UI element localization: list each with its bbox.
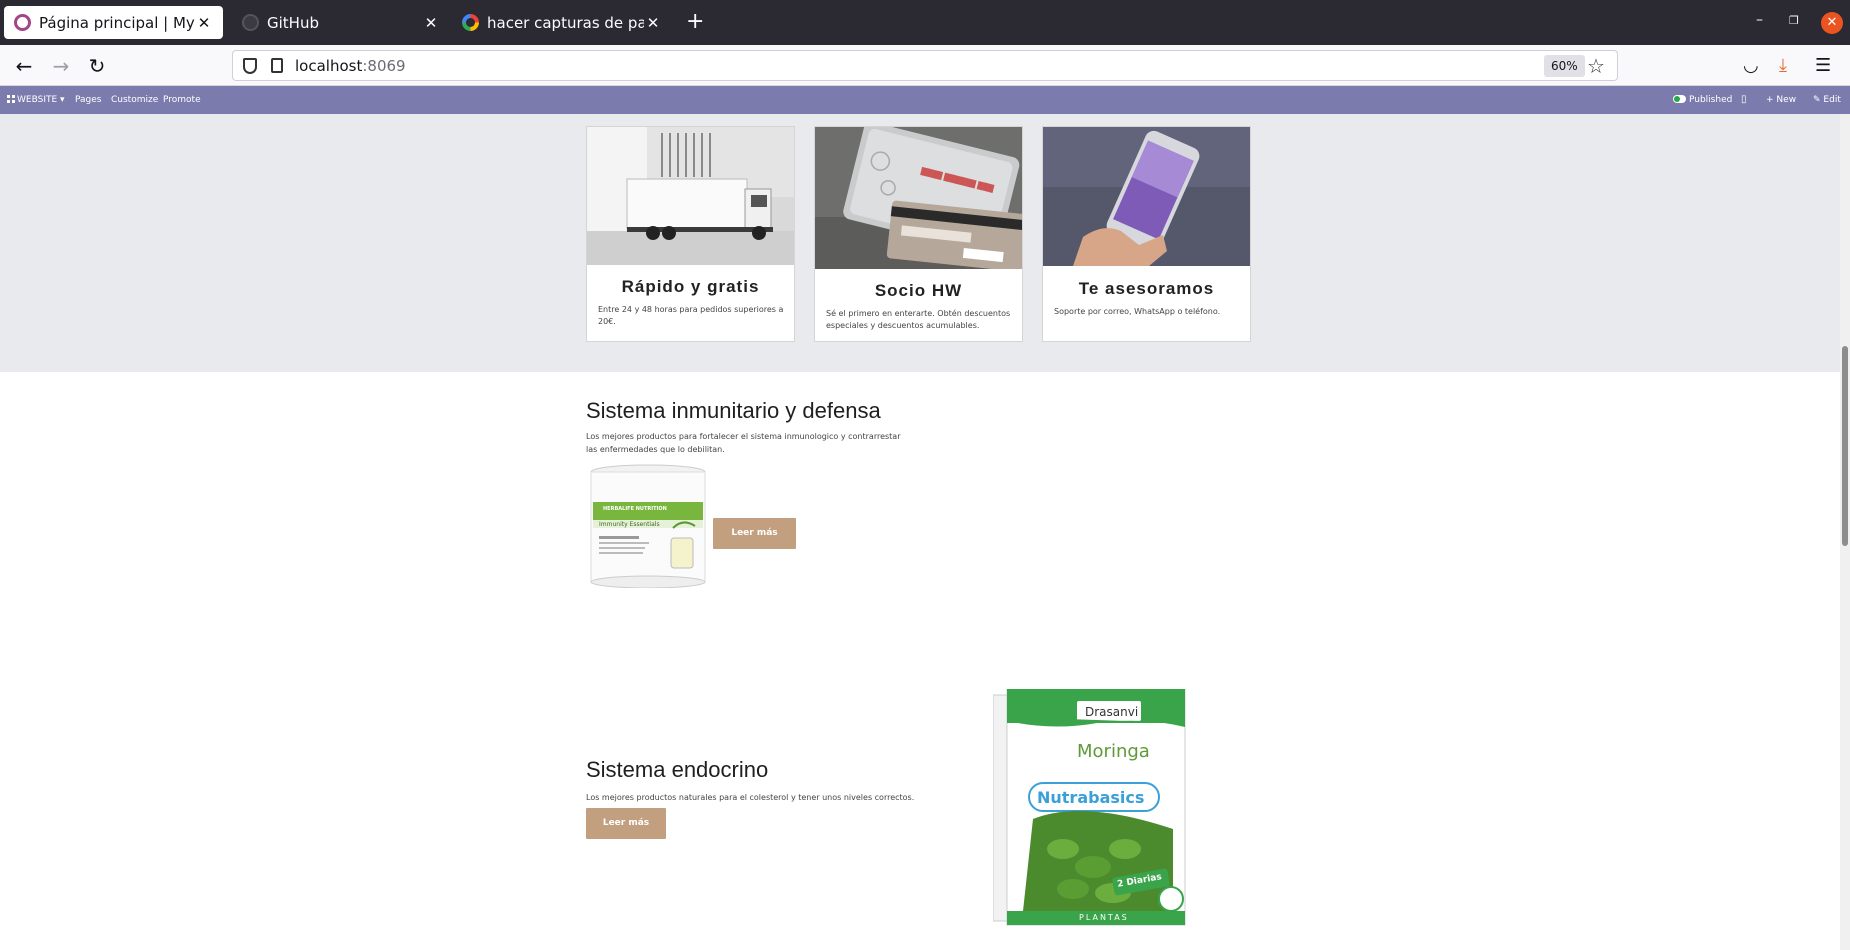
github-favicon-icon bbox=[242, 14, 259, 31]
close-tab-icon[interactable]: ✕ bbox=[195, 14, 213, 32]
google-favicon-icon bbox=[462, 14, 479, 31]
new-label: New bbox=[1776, 95, 1797, 105]
tab-github[interactable]: GitHub ✕ bbox=[232, 6, 450, 39]
product-brand: HERBALIFE NUTRITION bbox=[603, 506, 667, 512]
url-host: localhost bbox=[295, 57, 363, 75]
product-line: Nutrabasics bbox=[1037, 788, 1145, 807]
tab-title: GitHub bbox=[267, 13, 319, 32]
edit-button[interactable]: ✎ Edit bbox=[1813, 95, 1841, 105]
menu-promote[interactable]: Promote bbox=[163, 95, 201, 105]
window-close-icon[interactable]: ✕ bbox=[1821, 12, 1843, 34]
app-menu-icon[interactable]: ☰ bbox=[1815, 55, 1831, 76]
page-scrollbar[interactable] bbox=[1840, 114, 1850, 950]
close-tab-icon[interactable]: ✕ bbox=[644, 14, 662, 32]
tab-pagina-principal[interactable]: Página principal | My Web ✕ bbox=[4, 6, 223, 39]
close-tab-icon[interactable]: ✕ bbox=[422, 14, 440, 32]
section-title-inmunitario: Sistema inmunitario y defensa bbox=[586, 398, 881, 423]
section-text-endocrino: Los mejores productos naturales para el … bbox=[586, 793, 915, 802]
zoom-level-badge[interactable]: 60% bbox=[1544, 55, 1585, 77]
mobile-preview-icon[interactable]: ▯ bbox=[1741, 94, 1747, 105]
feature-text: Soporte por correo, WhatsApp o teléfono. bbox=[1054, 307, 1221, 316]
downloads-icon[interactable]: ⤓ bbox=[1779, 55, 1787, 76]
new-button[interactable]: + New bbox=[1766, 95, 1796, 105]
product-footer: PLANTAS bbox=[1079, 913, 1129, 922]
tab-title: hacer capturas de pantall bbox=[487, 13, 644, 32]
feature-text: Entre 24 y 48 horas para pedidos superio… bbox=[598, 305, 784, 326]
section-text-inmunitario: Los mejores productos para fortalecer el… bbox=[586, 432, 901, 454]
website-app-menu[interactable]: WEBSITE ▾ bbox=[7, 95, 65, 105]
feature-title: Te asesoramos bbox=[1078, 279, 1215, 298]
feature-title: Rápido y gratis bbox=[621, 277, 760, 296]
feature-card-rapido: Rápido y gratis Entre 24 y 48 horas para… bbox=[586, 126, 795, 342]
page-content: Rápido y gratis Entre 24 y 48 horas para… bbox=[0, 114, 1850, 950]
immunity-essentials-product-image: HERBALIFE NUTRITION Immunity Essentials bbox=[587, 464, 709, 589]
pencil-icon: ✎ bbox=[1813, 95, 1821, 105]
pocket-icon[interactable]: ◡ bbox=[1743, 55, 1759, 76]
reload-icon[interactable]: ↻ bbox=[85, 54, 109, 78]
leer-mas-button-inmunitario[interactable]: Leer más bbox=[713, 518, 796, 549]
edit-label: Edit bbox=[1823, 95, 1841, 105]
toggle-icon bbox=[1673, 95, 1686, 103]
tab-google-search[interactable]: hacer capturas de pantall ✕ bbox=[452, 6, 672, 39]
odoo-favicon-icon bbox=[14, 14, 31, 31]
apps-grid-icon bbox=[7, 95, 15, 103]
phone-image bbox=[1043, 127, 1250, 266]
url-port: :8069 bbox=[362, 57, 406, 75]
minimize-icon[interactable]: – bbox=[1756, 12, 1763, 28]
truck-image bbox=[587, 127, 794, 265]
tab-bar: Página principal | My Web ✕ GitHub ✕ hac… bbox=[0, 0, 1850, 45]
forward-arrow-icon[interactable]: → bbox=[49, 54, 73, 78]
scrollbar-thumb[interactable] bbox=[1842, 346, 1848, 546]
product-brand: Drasanvi bbox=[1085, 705, 1139, 719]
back-arrow-icon[interactable]: ← bbox=[12, 54, 36, 78]
membership-card-image: ████ ██████ ███ bbox=[815, 127, 1022, 269]
feature-card-socio: ████ ██████ ███ Socio HW Sé el primero e… bbox=[814, 126, 1023, 342]
section-title-endocrino: Sistema endocrino bbox=[586, 757, 769, 782]
app-name: WEBSITE bbox=[17, 95, 58, 105]
odoo-website-bar: WEBSITE ▾ Pages Customize Promote Publis… bbox=[0, 86, 1850, 114]
page-info-icon[interactable] bbox=[271, 58, 283, 73]
address-bar[interactable]: localhost:8069 60% ☆ bbox=[232, 50, 1618, 81]
leer-mas-button-endocrino[interactable]: Leer más bbox=[586, 808, 666, 839]
published-label: Published bbox=[1689, 95, 1733, 105]
menu-customize[interactable]: Customize bbox=[111, 95, 158, 105]
plus-icon: + bbox=[1766, 95, 1774, 105]
menu-pages[interactable]: Pages bbox=[75, 95, 101, 105]
product-name: Moringa bbox=[1077, 741, 1150, 762]
feature-title: Socio HW bbox=[874, 281, 963, 300]
navigation-toolbar: ← → ↻ localhost:8069 60% ☆ ◡ ⤓ ☰ bbox=[0, 45, 1850, 86]
feature-card-asesoramos: Te asesoramos Soporte por correo, WhatsA… bbox=[1042, 126, 1251, 342]
published-toggle[interactable]: Published bbox=[1673, 95, 1732, 105]
tab-title: Página principal | My Web bbox=[39, 13, 195, 32]
tracking-shield-icon[interactable] bbox=[243, 58, 257, 74]
moringa-product-image: Drasanvi Moringa Nutrabasics 2 Diarias P… bbox=[992, 688, 1193, 927]
new-tab-icon[interactable]: + bbox=[686, 10, 704, 34]
restore-icon[interactable]: ❐ bbox=[1789, 14, 1799, 27]
bookmark-star-icon[interactable]: ☆ bbox=[1587, 54, 1605, 78]
product-name: Immunity Essentials bbox=[599, 521, 660, 528]
feature-text: Sé el primero en enterarte. Obtén descue… bbox=[826, 309, 1011, 330]
url-text: localhost:8069 bbox=[295, 57, 406, 75]
